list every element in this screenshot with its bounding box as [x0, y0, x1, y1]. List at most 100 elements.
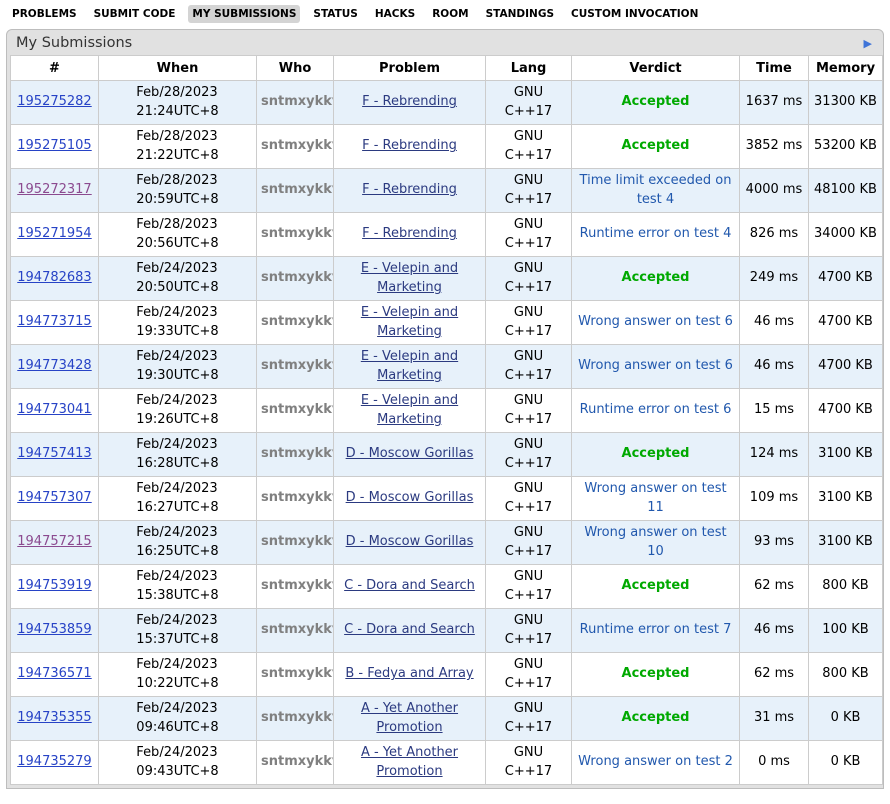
submission-id-link[interactable]: 195272317: [17, 182, 91, 197]
submission-row: 195272317 Feb/28/2023 20:59UTC+8 sntmxyk…: [11, 169, 883, 213]
submission-memory: 0 KB: [831, 710, 861, 725]
submission-author-link[interactable]: sntmxykky: [261, 94, 334, 109]
submission-verdict: Accepted: [622, 94, 690, 109]
problem-link[interactable]: D - Moscow Gorillas: [346, 534, 474, 549]
submission-when: Feb/24/2023 19:30UTC+8: [136, 348, 218, 384]
submission-verdict: Accepted: [622, 710, 690, 725]
submission-id-link[interactable]: 194757413: [17, 446, 91, 461]
submission-date: Feb/24/2023: [136, 436, 218, 454]
submission-id-link[interactable]: 195271954: [17, 226, 91, 241]
submission-memory: 34000 KB: [814, 226, 877, 241]
submission-author-link[interactable]: sntmxykky: [261, 578, 334, 593]
submission-lang: GNU C++17: [504, 172, 554, 208]
submission-author-link[interactable]: sntmxykky: [261, 314, 334, 329]
submissions-panel: My Submissions ▶ #WhenWhoProblemLangVerd…: [6, 29, 884, 789]
submission-when: Feb/24/2023 15:37UTC+8: [136, 612, 218, 648]
submission-memory: 4700 KB: [818, 270, 873, 285]
submission-exec-time: 109 ms: [750, 490, 798, 505]
menu-item-custom-invocation[interactable]: CUSTOM INVOCATION: [567, 5, 702, 23]
submission-id-link[interactable]: 194773041: [17, 402, 91, 417]
menu-item-my-submissions[interactable]: MY SUBMISSIONS: [188, 5, 300, 23]
submission-id-link[interactable]: 195275282: [17, 94, 91, 109]
submission-id-link[interactable]: 194753919: [17, 578, 91, 593]
submission-id-link[interactable]: 194757215: [17, 534, 91, 549]
submission-row: 195275105 Feb/28/2023 21:22UTC+8 sntmxyk…: [11, 125, 883, 169]
problem-link[interactable]: E - Velepin and Marketing: [361, 261, 458, 294]
submission-id-link[interactable]: 195275105: [17, 138, 91, 153]
problem-link[interactable]: D - Moscow Gorillas: [346, 490, 474, 505]
submission-author-link[interactable]: sntmxykky: [261, 710, 334, 725]
submission-author-link[interactable]: sntmxykky: [261, 622, 334, 637]
column-header-when: When: [99, 56, 257, 81]
submission-row: 194757307 Feb/24/2023 16:27UTC+8 sntmxyk…: [11, 477, 883, 521]
problem-link[interactable]: D - Moscow Gorillas: [346, 446, 474, 461]
submission-when: Feb/24/2023 15:38UTC+8: [136, 568, 218, 604]
submission-date: Feb/24/2023: [136, 348, 218, 366]
column-header-who: Who: [257, 56, 334, 81]
problem-link[interactable]: F - Rebrending: [362, 226, 457, 241]
submission-author-link[interactable]: sntmxykky: [261, 358, 334, 373]
submission-id-link[interactable]: 194773715: [17, 314, 91, 329]
collapse-arrow-icon[interactable]: ▶: [862, 36, 874, 51]
problem-link[interactable]: A - Yet Another Promotion: [361, 701, 458, 734]
problem-link[interactable]: A - Yet Another Promotion: [361, 745, 458, 778]
problem-link[interactable]: E - Velepin and Marketing: [361, 349, 458, 382]
submission-id-link[interactable]: 194782683: [17, 270, 91, 285]
submission-id-link[interactable]: 194736571: [17, 666, 91, 681]
submission-time-of-day: 21:24UTC+8: [136, 103, 218, 121]
submission-id-link[interactable]: 194735355: [17, 710, 91, 725]
column-header-problem: Problem: [334, 56, 486, 81]
submission-lang: GNU C++17: [504, 128, 554, 164]
submission-memory: 4700 KB: [818, 314, 873, 329]
submission-row: 194773715 Feb/24/2023 19:33UTC+8 sntmxyk…: [11, 301, 883, 345]
submission-author-link[interactable]: sntmxykky: [261, 138, 334, 153]
submission-exec-time: 1637 ms: [746, 94, 803, 109]
submission-time-of-day: 16:25UTC+8: [136, 543, 218, 561]
problem-link[interactable]: B - Fedya and Array: [345, 666, 473, 681]
table-header-row: #WhenWhoProblemLangVerdictTimeMemory: [11, 56, 883, 81]
submission-when: Feb/28/2023 21:24UTC+8: [136, 84, 218, 120]
problem-link[interactable]: C - Dora and Search: [344, 622, 475, 637]
menu-item-submit-code[interactable]: SUBMIT CODE: [90, 5, 180, 23]
submission-memory: 100 KB: [822, 622, 868, 637]
menu-item-status[interactable]: STATUS: [309, 5, 361, 23]
submission-id-link[interactable]: 194757307: [17, 490, 91, 505]
submission-author-link[interactable]: sntmxykky: [261, 490, 334, 505]
problem-link[interactable]: E - Velepin and Marketing: [361, 305, 458, 338]
problem-link[interactable]: E - Velepin and Marketing: [361, 393, 458, 426]
column-header-time: Time: [740, 56, 809, 81]
submission-when: Feb/24/2023 10:22UTC+8: [136, 656, 218, 692]
problem-link[interactable]: C - Dora and Search: [344, 578, 475, 593]
submission-lang: GNU C++17: [504, 216, 554, 252]
submission-when: Feb/24/2023 19:33UTC+8: [136, 304, 218, 340]
problem-link[interactable]: F - Rebrending: [362, 94, 457, 109]
submission-id-link[interactable]: 194773428: [17, 358, 91, 373]
submission-when: Feb/24/2023 09:43UTC+8: [136, 744, 218, 780]
submission-exec-time: 46 ms: [754, 314, 794, 329]
submission-id-link[interactable]: 194753859: [17, 622, 91, 637]
submission-time-of-day: 19:26UTC+8: [136, 411, 218, 429]
submission-exec-time: 4000 ms: [746, 182, 803, 197]
submission-author-link[interactable]: sntmxykky: [261, 182, 334, 197]
submission-exec-time: 826 ms: [750, 226, 798, 241]
submission-memory: 800 KB: [822, 666, 868, 681]
submission-author-link[interactable]: sntmxykky: [261, 402, 334, 417]
submission-author-link[interactable]: sntmxykky: [261, 534, 334, 549]
submission-lang: GNU C++17: [504, 612, 554, 648]
submission-id-link[interactable]: 194735279: [17, 754, 91, 769]
submission-verdict: Wrong answer on test 6: [578, 358, 733, 373]
menu-item-hacks[interactable]: HACKS: [371, 5, 419, 23]
submission-author-link[interactable]: sntmxykky: [261, 270, 334, 285]
problem-link[interactable]: F - Rebrending: [362, 182, 457, 197]
menu-item-room[interactable]: ROOM: [428, 5, 472, 23]
submission-author-link[interactable]: sntmxykky: [261, 754, 334, 769]
submission-author-link[interactable]: sntmxykky: [261, 666, 334, 681]
submission-author-link[interactable]: sntmxykky: [261, 226, 334, 241]
submission-when: Feb/24/2023 19:26UTC+8: [136, 392, 218, 428]
menu-item-problems[interactable]: PROBLEMS: [8, 5, 81, 23]
submission-author-link[interactable]: sntmxykky: [261, 446, 334, 461]
menu-item-standings[interactable]: STANDINGS: [482, 5, 558, 23]
problem-link[interactable]: F - Rebrending: [362, 138, 457, 153]
column-header-lang: Lang: [486, 56, 572, 81]
submission-date: Feb/28/2023: [136, 128, 218, 146]
